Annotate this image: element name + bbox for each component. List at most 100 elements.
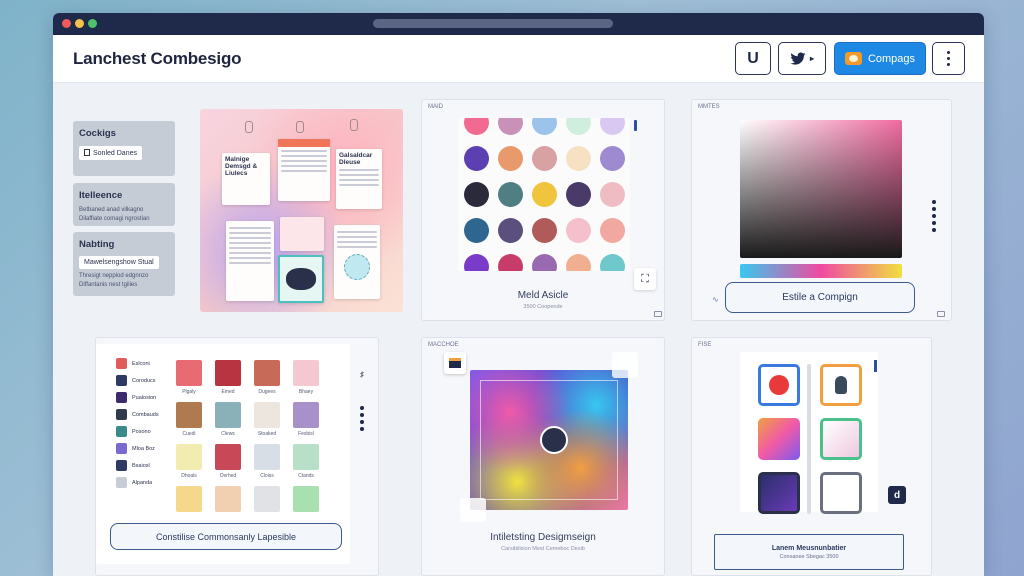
material-tile[interactable]: [254, 402, 280, 428]
scrollbar-thumb[interactable]: [874, 360, 877, 372]
maximize-window-icon[interactable]: [88, 19, 97, 28]
collage-note: [278, 255, 324, 303]
device-preview-panel[interactable]: FISE d Lanem Meusnunbatier Consanee Sbeg…: [691, 337, 932, 576]
campaign-button[interactable]: Compags: [834, 42, 926, 75]
browser-window: Lanchest Combesigo U ▸ Compags Cockigs S…: [53, 13, 984, 576]
material-row-icon: [116, 426, 127, 437]
material-row-label[interactable]: Posono: [132, 429, 151, 435]
selection-handle[interactable]: [460, 498, 486, 522]
palette-swatch[interactable]: [532, 146, 557, 171]
palette-swatch[interactable]: [600, 218, 625, 243]
material-tile[interactable]: [293, 444, 319, 470]
material-tile[interactable]: [176, 444, 202, 470]
material-tile[interactable]: [176, 360, 202, 386]
materials-panel[interactable]: Eslconi Coroducs Pualosion Combauds Posono Ml…: [95, 337, 379, 576]
material-row-label[interactable]: Mloa Boz: [132, 446, 155, 452]
palette-swatch[interactable]: [532, 182, 557, 207]
palette-swatch[interactable]: [498, 118, 523, 135]
material-tile[interactable]: [176, 402, 202, 428]
selection-handle[interactable]: [612, 352, 638, 378]
palette-swatch[interactable]: [566, 182, 591, 207]
palette-swatch[interactable]: [566, 118, 591, 135]
color-picker-panel[interactable]: MMTES Estile a Compign ∿: [691, 99, 952, 321]
material-row-label[interactable]: Combauds: [132, 412, 159, 418]
palette-swatch[interactable]: [566, 254, 591, 271]
material-tile[interactable]: [215, 486, 241, 512]
expand-icon[interactable]: ⛶: [634, 268, 656, 290]
palette-swatch[interactable]: [600, 118, 625, 135]
hash-icon[interactable]: ♯: [360, 370, 364, 379]
palette-swatch[interactable]: [498, 182, 523, 207]
palette-swatch[interactable]: [566, 218, 591, 243]
app-tile-photo[interactable]: [820, 418, 862, 460]
scrollbar-thumb[interactable]: [634, 120, 637, 131]
design-preview-panel[interactable]: MACCHOE Intiletsting Desigmseign Carsibi…: [421, 337, 665, 576]
palette-swatch[interactable]: [532, 218, 557, 243]
app-tile-pin[interactable]: [820, 364, 862, 406]
palette-swatch[interactable]: [498, 254, 523, 271]
palette-swatch[interactable]: [498, 146, 523, 171]
palette-swatch[interactable]: [464, 118, 489, 135]
palette-swatch[interactable]: [464, 182, 489, 207]
customise-button[interactable]: Constilise Commonsanly Lapesible: [110, 523, 342, 550]
palette-swatch[interactable]: [498, 218, 523, 243]
material-row-label[interactable]: Alpanda: [132, 480, 152, 486]
material-tile-label: Cloiss: [260, 473, 274, 479]
palette-swatch[interactable]: [600, 254, 625, 271]
sidebar-card-intelligence[interactable]: Itelleence Betbaned anad vilkagno Dilaff…: [73, 183, 175, 226]
palette-swatch[interactable]: [532, 254, 557, 271]
material-tile[interactable]: [254, 360, 280, 386]
palette-swatch[interactable]: [600, 182, 625, 207]
material-row-label[interactable]: Bsaiosl: [132, 463, 150, 469]
material-row-label[interactable]: Pualosion: [132, 395, 156, 401]
hue-slider[interactable]: [740, 264, 902, 278]
panel-tag: FISE: [698, 342, 712, 348]
sidebar-card-designs[interactable]: Cockigs Sonled Danes: [73, 121, 175, 176]
material-tile[interactable]: [215, 402, 241, 428]
sidebar-pill[interactable]: Mawelsengshow Stual: [79, 256, 159, 269]
palette-swatch[interactable]: [532, 118, 557, 135]
app-tile-gradient[interactable]: [758, 418, 800, 460]
vertical-dots-icon[interactable]: [932, 200, 936, 235]
address-bar[interactable]: [373, 19, 613, 28]
material-tile[interactable]: [293, 402, 319, 428]
color-palette-panel[interactable]: MAID Meld Asicle 3500 Coopende ⛶: [421, 99, 665, 321]
app-tile-dark[interactable]: [758, 472, 800, 514]
logo-d-icon[interactable]: d: [888, 486, 906, 504]
device-footer-card[interactable]: Lanem Meusnunbatier Consanee Sbegac 3500: [714, 534, 904, 570]
kebab-menu-icon[interactable]: [932, 42, 965, 75]
palette-swatch[interactable]: [566, 146, 591, 171]
twitter-button[interactable]: ▸: [778, 42, 826, 75]
sidebar-pill[interactable]: Sonled Danes: [79, 146, 142, 160]
minimize-window-icon[interactable]: [75, 19, 84, 28]
app-tile-record[interactable]: [758, 364, 800, 406]
material-tile[interactable]: [293, 360, 319, 386]
collage-note: [226, 221, 274, 301]
material-tile[interactable]: [254, 486, 280, 512]
palette-swatch[interactable]: [464, 254, 489, 271]
sidebar-card-nabting[interactable]: Nabting Mawelsengshow Stual Thresigt nep…: [73, 232, 175, 296]
image-icon[interactable]: [444, 352, 466, 374]
app-tile-grid[interactable]: [820, 472, 862, 514]
enable-campaign-button[interactable]: Estile a Compign: [725, 282, 915, 313]
material-tile[interactable]: [215, 444, 241, 470]
moodboard-collage[interactable]: Malnige Demsgd & Liulecs Galsaldcar Dleu…: [200, 109, 403, 312]
material-tile[interactable]: [254, 444, 280, 470]
u-button[interactable]: U: [735, 42, 771, 75]
resize-icon[interactable]: [654, 311, 662, 317]
material-tile[interactable]: [215, 360, 241, 386]
material-tile[interactable]: [293, 486, 319, 512]
material-row-label[interactable]: Coroducs: [132, 378, 156, 384]
device-footer-title: Lanem Meusnunbatier: [771, 544, 847, 552]
vertical-slider[interactable]: [807, 364, 811, 514]
palette-swatch[interactable]: [464, 146, 489, 171]
gradient-picker-area[interactable]: [740, 120, 902, 258]
abstract-artwork[interactable]: [470, 370, 628, 510]
palette-swatch[interactable]: [464, 218, 489, 243]
palette-swatch[interactable]: [600, 146, 625, 171]
material-row-label[interactable]: Eslconi: [132, 361, 150, 367]
vertical-dots-icon[interactable]: [360, 406, 364, 434]
resize-icon[interactable]: [937, 311, 945, 317]
material-tile[interactable]: [176, 486, 202, 512]
close-window-icon[interactable]: [62, 19, 71, 28]
